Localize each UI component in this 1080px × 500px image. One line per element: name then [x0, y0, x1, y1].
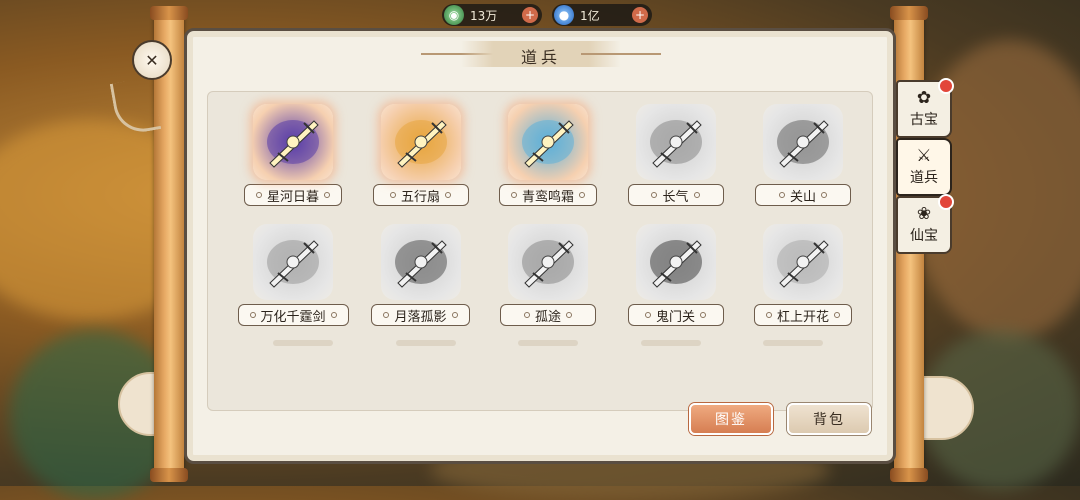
notification-badge: [938, 78, 954, 94]
tab-sword-soldier[interactable]: ⚔ 道兵: [896, 138, 952, 196]
weapon-name-label: 万化千霆剑: [237, 304, 349, 326]
weapon-item[interactable]: 关山: [748, 104, 858, 206]
panel-title: 道兵: [421, 37, 661, 71]
currency-jade: ◉ 13万 +: [442, 4, 542, 26]
immortal-treasure-icon: ❀: [916, 204, 932, 224]
weapon-panel: 道兵 星河日暮 五行扇 青鸾鸣霜 长气 关山 万化千霆剑 月落孤影 孤途 鬼门关…: [184, 28, 896, 464]
weapon-name-label: 鬼门关: [627, 304, 724, 326]
weapon-icon: [380, 104, 461, 180]
currency-value: 13万: [470, 8, 498, 23]
currency-bar: ◉ 13万 + ● 1亿 +: [442, 4, 652, 26]
water-drop-icon: ●: [554, 5, 574, 25]
weapon-item[interactable]: 青鸾鸣霜: [493, 104, 603, 206]
item-row: 星河日暮 五行扇 青鸾鸣霜 长气 关山: [238, 104, 858, 206]
weapon-item[interactable]: 长气: [621, 104, 731, 206]
tab-label: 道兵: [910, 170, 938, 186]
weapon-name-label: 月落孤影: [371, 304, 470, 326]
ancient-treasure-icon: ✿: [916, 88, 932, 108]
item-grid: 星河日暮 五行扇 青鸾鸣霜 长气 关山 万化千霆剑 月落孤影 孤途 鬼门关 杠上…: [237, 104, 858, 346]
tab-ancient-treasure[interactable]: ✿ 古宝: [896, 78, 954, 138]
sword-soldier-icon: ⚔: [916, 146, 932, 166]
bag-button[interactable]: 背包: [787, 403, 871, 435]
codex-button[interactable]: 图鉴: [689, 403, 773, 435]
scroll-rod-left: [150, 6, 188, 482]
weapon-icon: [380, 224, 461, 300]
jade-coin-icon: ◉: [444, 5, 464, 25]
weapon-icon: [763, 224, 843, 300]
tab-label: 古宝: [910, 112, 938, 128]
item-grid-container[interactable]: 星河日暮 五行扇 青鸾鸣霜 长气 关山 万化千霆剑 月落孤影 孤途 鬼门关 杠上…: [207, 91, 873, 411]
weapon-item[interactable]: 万化千霆剑: [237, 224, 349, 326]
notification-badge: [938, 194, 954, 210]
weapon-icon: [635, 224, 716, 300]
weapon-name-label: 星河日暮: [243, 184, 342, 206]
weapon-item[interactable]: 月落孤影: [366, 224, 476, 326]
weapon-icon: [253, 224, 333, 300]
weapon-icon: [508, 104, 588, 180]
weapon-icon: [508, 224, 588, 300]
add-currency-button[interactable]: +: [522, 7, 538, 23]
weapon-item[interactable]: 杠上开花: [748, 224, 858, 326]
weapon-name-label: 杠上开花: [753, 304, 852, 326]
weapon-name-label: 青鸾鸣霜: [498, 184, 597, 206]
weapon-item[interactable]: 五行扇: [366, 104, 476, 206]
weapon-item[interactable]: 鬼门关: [621, 224, 731, 326]
weapon-name-label: 关山: [755, 184, 851, 206]
close-knot-icon[interactable]: ✕: [132, 40, 172, 80]
weapon-item[interactable]: 孤途: [493, 224, 603, 326]
weapon-name-label: 孤途: [500, 304, 596, 326]
tab-immortal-treasure[interactable]: ❀ 仙宝: [896, 194, 954, 254]
weapon-item[interactable]: 星河日暮: [238, 104, 348, 206]
weapon-icon: [635, 104, 716, 180]
currency-value: 1亿: [580, 8, 600, 23]
weapon-icon: [763, 104, 843, 180]
weapon-icon: [253, 104, 333, 180]
weapon-name-label: 五行扇: [372, 184, 469, 206]
item-row-partial: [238, 340, 858, 346]
panel-title-text: 道兵: [520, 48, 561, 67]
tab-label: 仙宝: [910, 228, 938, 244]
currency-drop: ● 1亿 +: [552, 4, 652, 26]
item-row: 万化千霆剑 月落孤影 孤途 鬼门关 杠上开花: [237, 224, 858, 326]
add-currency-button[interactable]: +: [632, 7, 648, 23]
weapon-name-label: 长气: [627, 184, 724, 206]
